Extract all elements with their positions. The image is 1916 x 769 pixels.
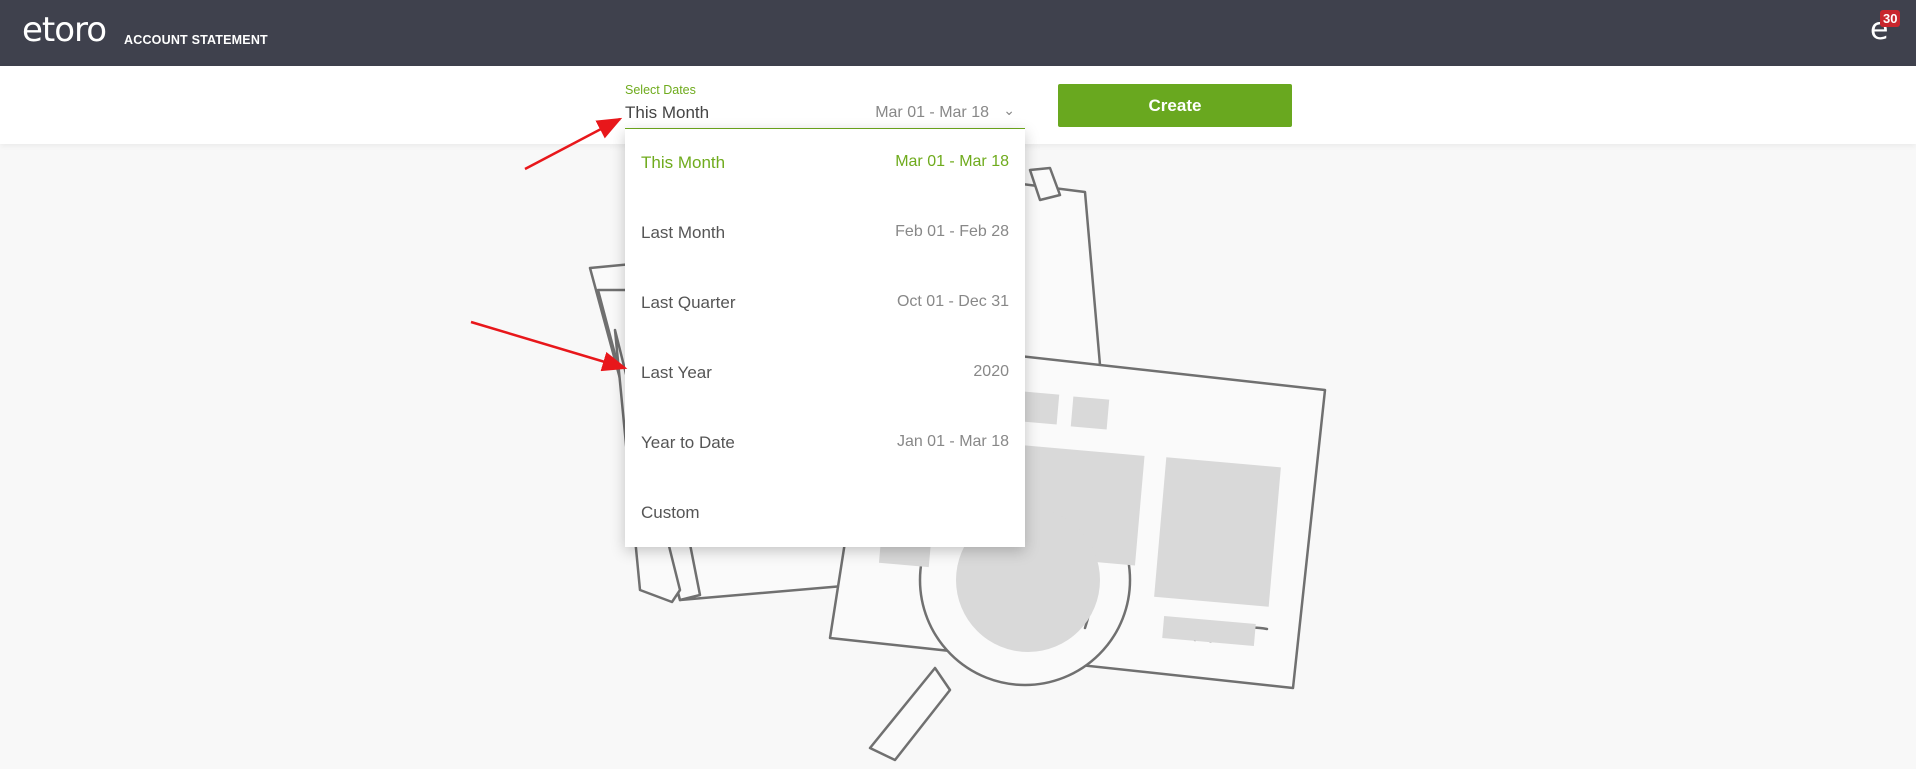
option-label: Last Quarter (641, 293, 736, 312)
dropdown-option-year-to-date[interactable]: Year to Date Jan 01 - Mar 18 (625, 409, 1025, 479)
option-label: Custom (641, 503, 700, 522)
notification-badge[interactable]: 30 (1880, 10, 1901, 27)
option-range: Mar 01 - Mar 18 (895, 153, 1009, 170)
option-range: 2020 (973, 363, 1009, 380)
date-range-dropdown: This Month Mar 01 - Mar 18 Last Month Fe… (625, 129, 1025, 547)
dropdown-option-last-month[interactable]: Last Month Feb 01 - Feb 28 (625, 199, 1025, 269)
dropdown-option-last-year[interactable]: Last Year 2020 (625, 339, 1025, 409)
option-range: Oct 01 - Dec 31 (896, 293, 1009, 310)
option-range: Jan 01 - Mar 18 (896, 433, 1009, 450)
dropdown-option-this-month[interactable]: This Month Mar 01 - Mar 18 (625, 129, 1025, 199)
date-select-range: Mar 01 - Mar 18 (875, 104, 989, 121)
option-label: This Month (641, 153, 726, 172)
option-label: Last Year (641, 363, 712, 382)
logo-text: etoro (22, 10, 107, 50)
option-range: Feb 01 - Feb 28 (895, 223, 1009, 240)
option-label: Year to Date (641, 433, 735, 452)
top-navigation-bar: etoro ACCOUNT STATEMENT e 30 (0, 0, 1916, 66)
page-title: ACCOUNT STATEMENT (124, 33, 268, 47)
etoro-logo-icon[interactable]: etoro (22, 8, 107, 52)
dropdown-option-custom[interactable]: Custom (625, 479, 1025, 549)
dropdown-option-last-quarter[interactable]: Last Quarter Oct 01 - Dec 31 (625, 269, 1025, 339)
date-select-value: This Month (625, 103, 710, 122)
date-range-select[interactable]: Select Dates This Month Mar 01 - Mar 18 … (625, 80, 1025, 130)
date-select-label: Select Dates (625, 83, 696, 97)
create-button[interactable]: Create (1058, 84, 1292, 127)
option-label: Last Month (641, 223, 726, 242)
chevron-down-icon[interactable]: ⌄ (1003, 102, 1015, 119)
